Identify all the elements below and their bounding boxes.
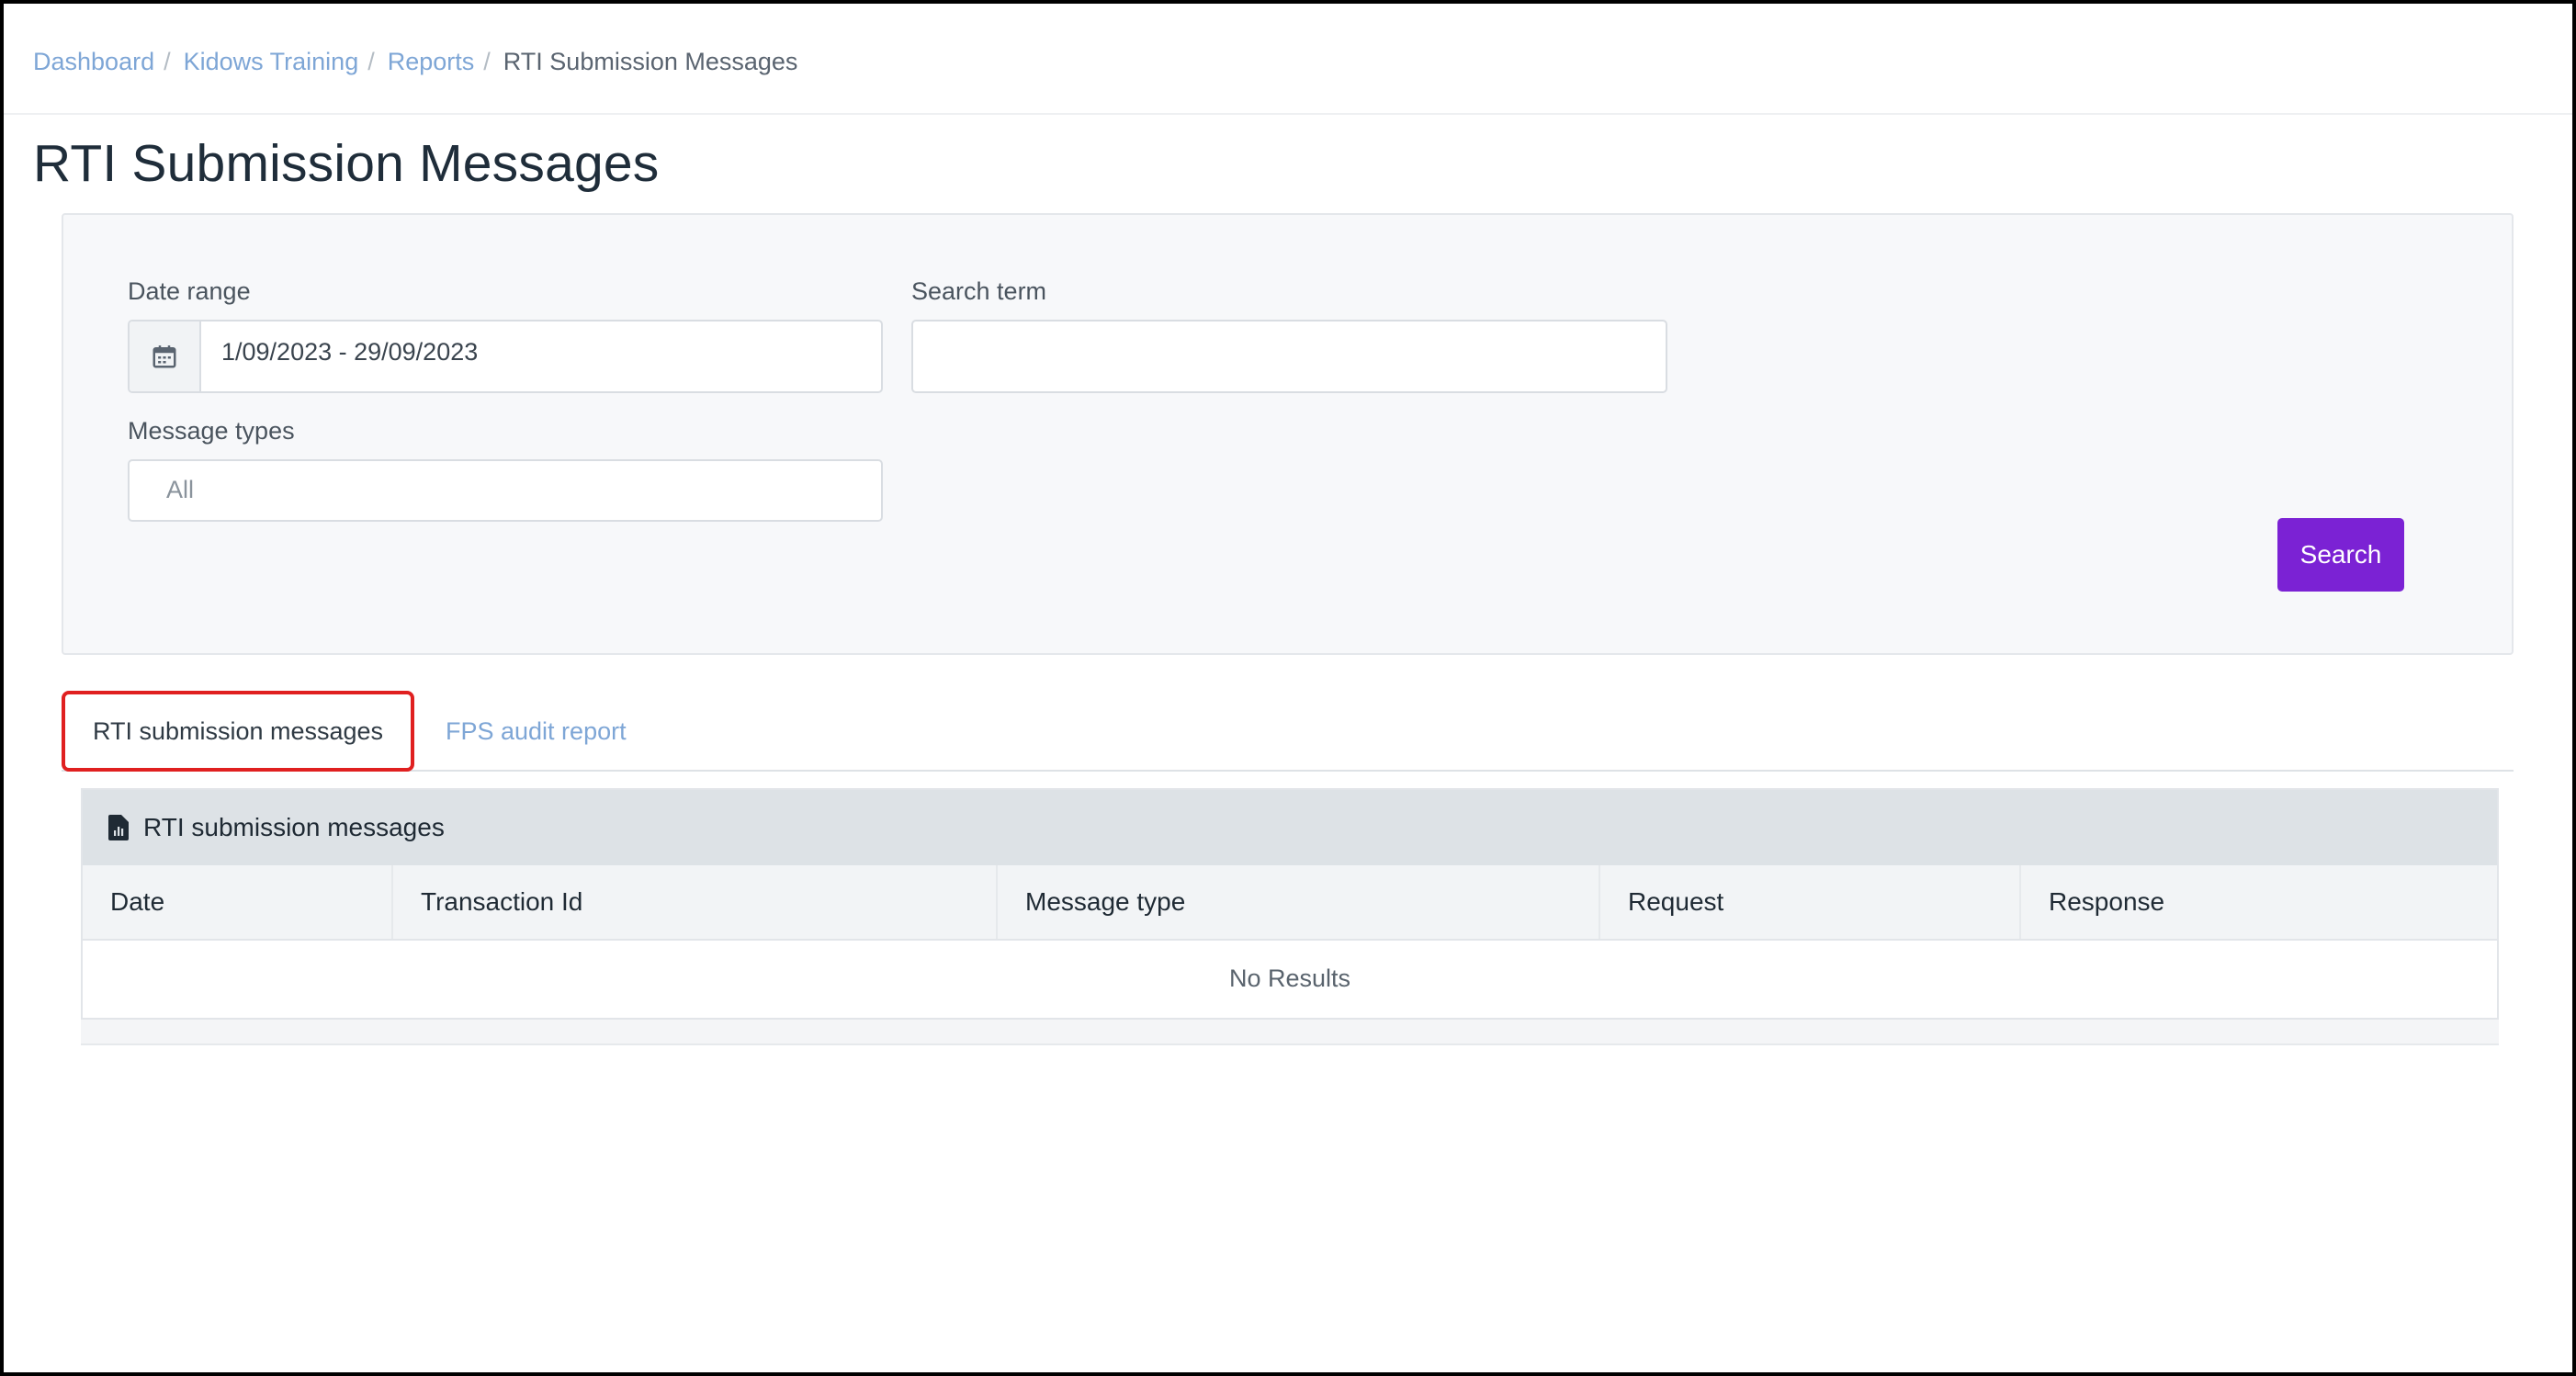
- breadcrumb-bar: Dashboard / Kidows Training / Reports / …: [4, 4, 2572, 115]
- card-header: RTI submission messages: [83, 790, 2497, 865]
- breadcrumb-reports[interactable]: Reports: [388, 45, 475, 78]
- breadcrumb-kidows-training[interactable]: Kidows Training: [184, 45, 359, 78]
- date-range-value: 1/09/2023 - 29/09/2023: [221, 338, 479, 366]
- date-range-input[interactable]: 1/09/2023 - 29/09/2023: [128, 320, 883, 393]
- tab-fps-audit-report[interactable]: FPS audit report: [416, 691, 656, 772]
- breadcrumb-current: RTI Submission Messages: [503, 48, 798, 75]
- column-date[interactable]: Date: [83, 865, 393, 939]
- page-title: RTI Submission Messages: [33, 134, 660, 193]
- date-range-label: Date range: [128, 277, 251, 305]
- table-header-row: Date Transaction Id Message type Request…: [83, 865, 2497, 941]
- page-frame: Dashboard / Kidows Training / Reports / …: [4, 4, 2572, 1372]
- search-button[interactable]: Search: [2277, 518, 2404, 592]
- column-transaction-id[interactable]: Transaction Id: [393, 865, 998, 939]
- message-types-select[interactable]: All: [128, 459, 883, 522]
- breadcrumb-separator: /: [164, 48, 171, 75]
- search-term-label: Search term: [911, 277, 1047, 305]
- message-types-label: Message types: [128, 417, 295, 445]
- report-document-icon-svg: [108, 815, 129, 840]
- tab-rti-submission-messages[interactable]: RTI submission messages: [62, 691, 414, 772]
- card-footer: [81, 1020, 2499, 1045]
- column-request[interactable]: Request: [1600, 865, 2021, 939]
- message-types-value: All: [166, 476, 195, 503]
- breadcrumb: Dashboard / Kidows Training / Reports / …: [33, 45, 797, 78]
- card-title: RTI submission messages: [143, 813, 445, 841]
- filter-panel: Date range 1/09/2023 - 29/09/2023 Search…: [62, 213, 2514, 655]
- column-message-type[interactable]: Message type: [998, 865, 1600, 939]
- no-results-message: No Results: [1228, 964, 1351, 992]
- report-document-icon: [108, 815, 129, 840]
- column-response[interactable]: Response: [2021, 865, 2497, 939]
- report-tabs: RTI submission messages FPS audit report: [62, 691, 2514, 772]
- breadcrumb-separator: /: [367, 48, 375, 75]
- calendar-icon[interactable]: [130, 321, 201, 391]
- calendar-icon-svg: [153, 345, 176, 368]
- breadcrumb-dashboard[interactable]: Dashboard: [33, 45, 154, 78]
- rti-messages-card: RTI submission messages Date Transaction…: [81, 788, 2499, 1020]
- breadcrumb-separator: /: [483, 48, 491, 75]
- search-term-input[interactable]: [911, 320, 1667, 393]
